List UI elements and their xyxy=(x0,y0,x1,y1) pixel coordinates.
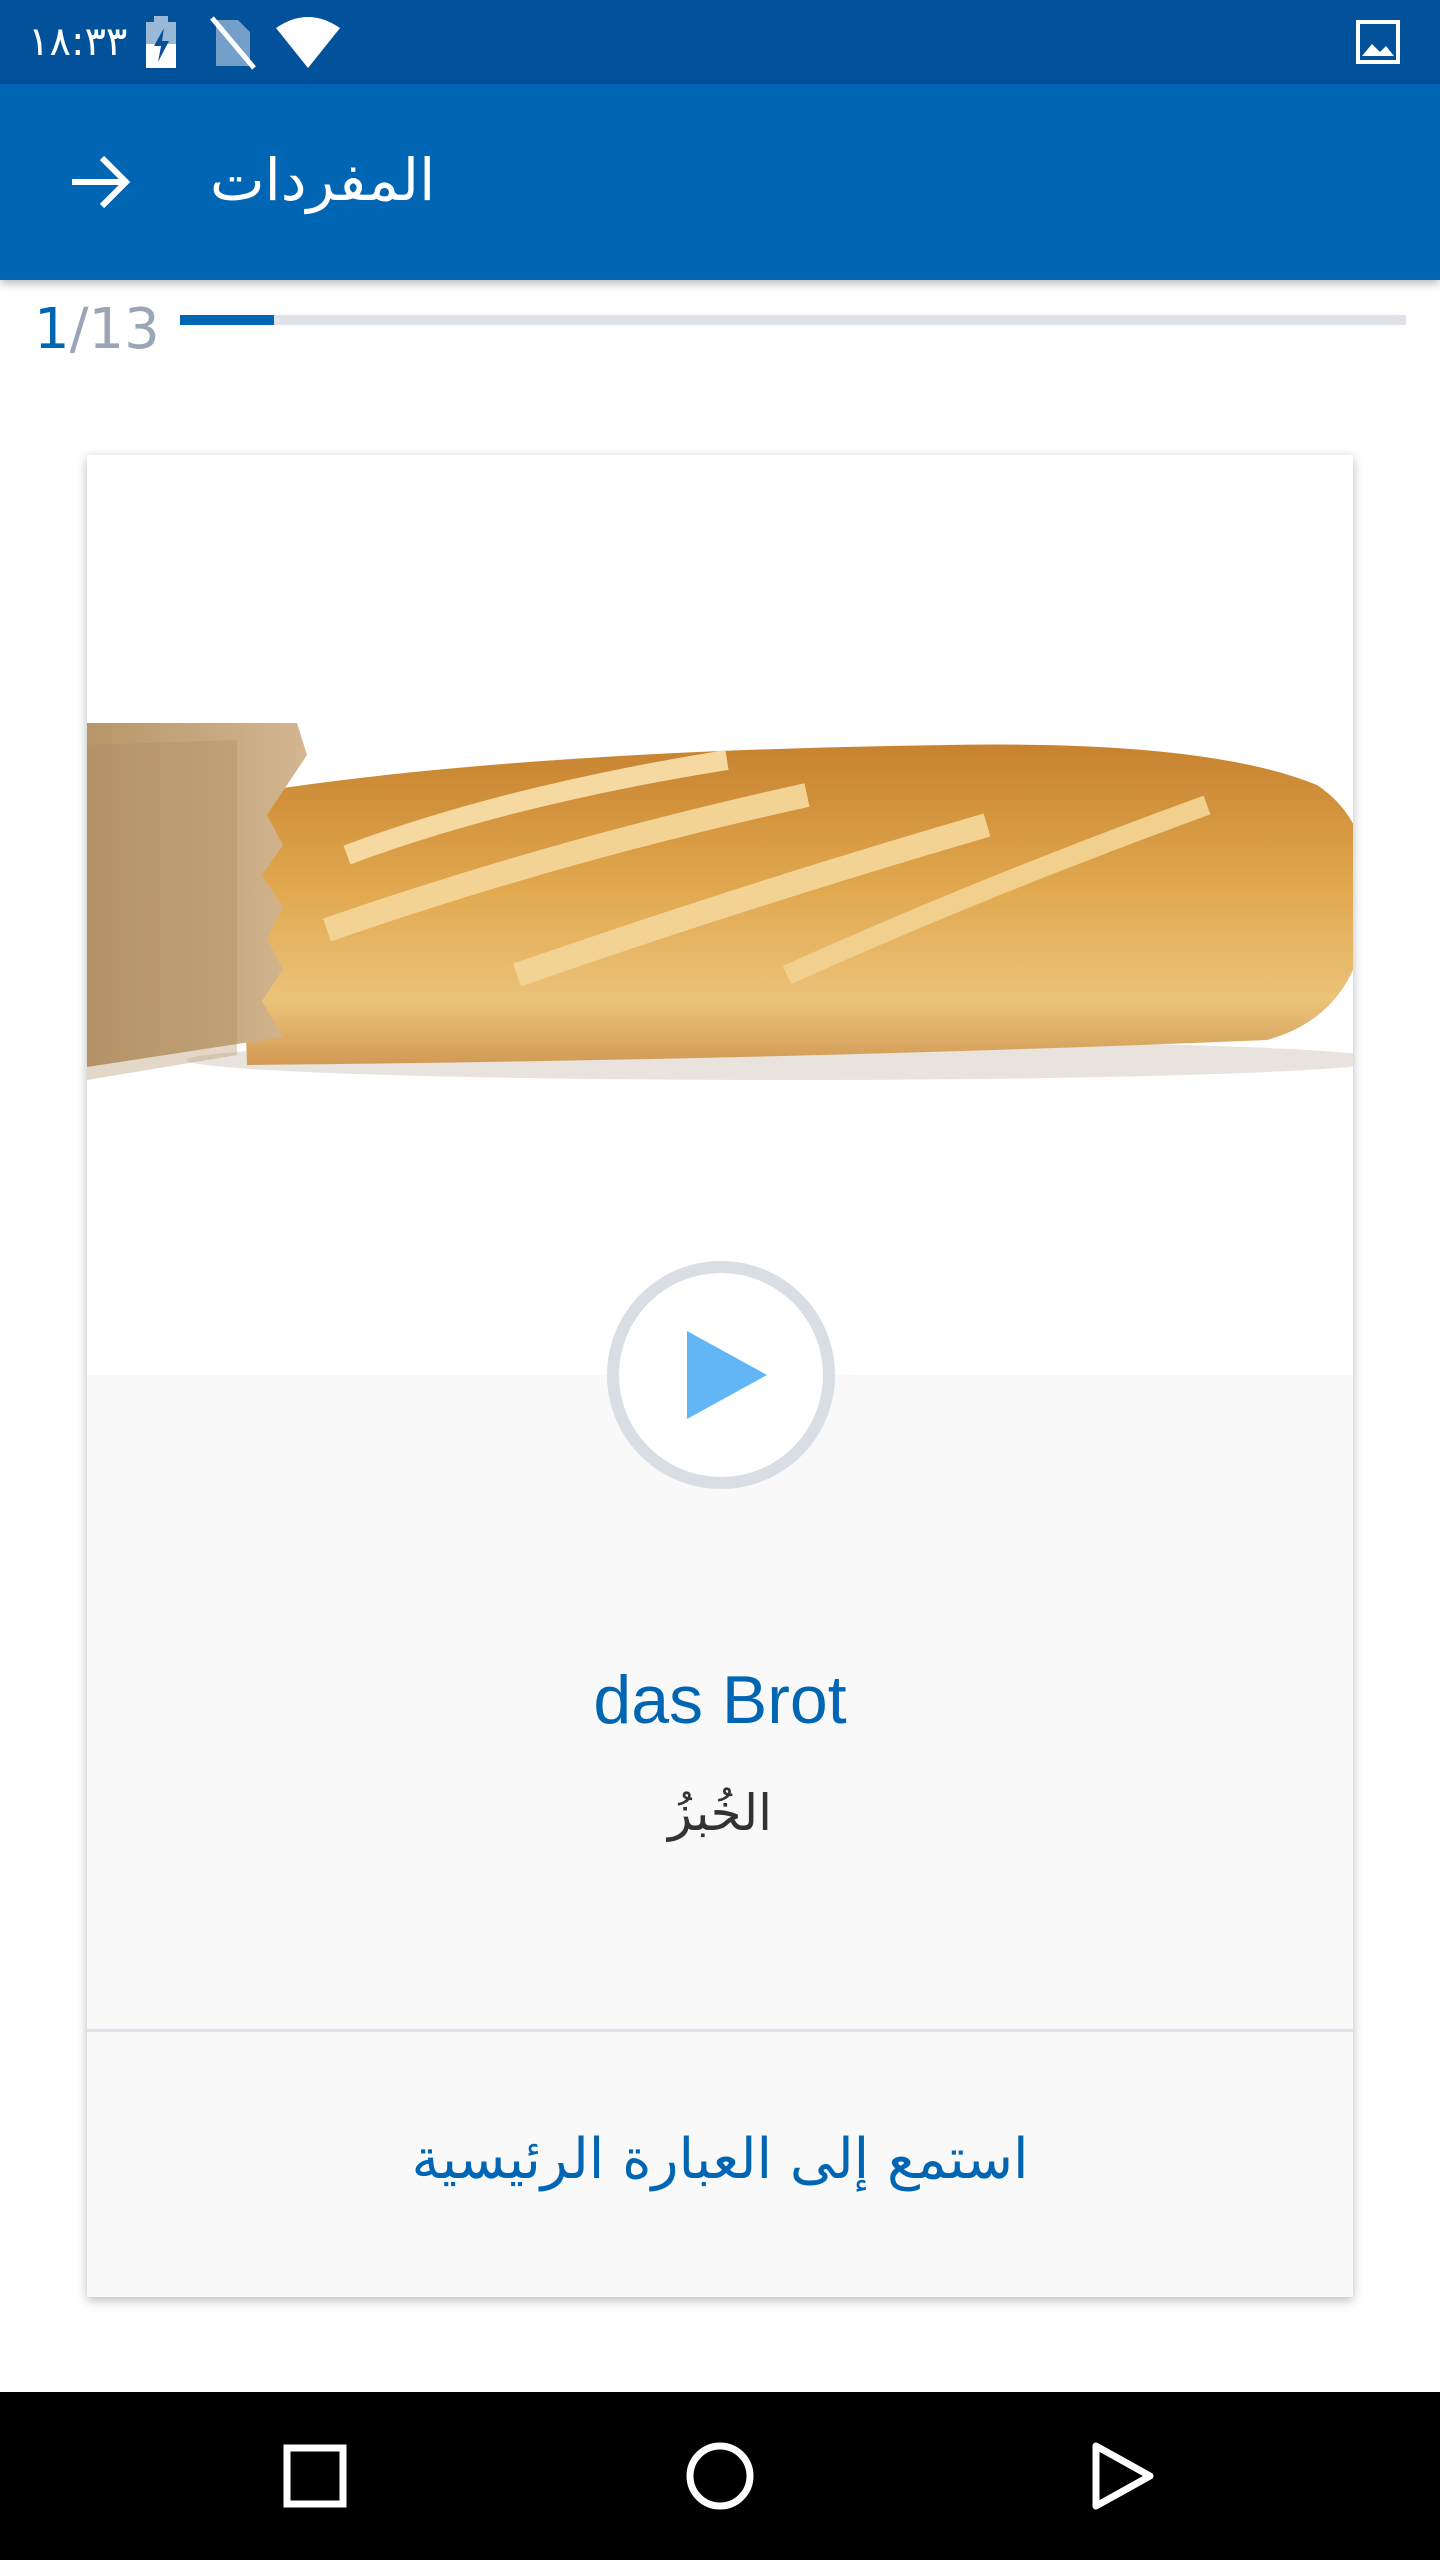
vocab-word: das Brot xyxy=(593,1662,847,1738)
back-triangle-icon xyxy=(1092,2442,1154,2510)
image-notification-icon xyxy=(1356,14,1400,68)
play-audio-button[interactable] xyxy=(607,1261,835,1489)
card-footer: استمع إلى العبارة الرئيسية xyxy=(87,2032,1353,2297)
arrow-back-icon xyxy=(72,155,131,209)
progress-current: 1 xyxy=(34,297,70,362)
play-icon xyxy=(687,1331,767,1419)
app-bar: المفردات xyxy=(0,84,1440,280)
baguette-image xyxy=(87,455,1353,1375)
back-button[interactable] xyxy=(52,134,148,230)
recents-icon xyxy=(283,2444,347,2508)
page-title: المفردات xyxy=(210,146,436,214)
wifi-icon xyxy=(274,14,342,74)
home-button[interactable] xyxy=(670,2426,770,2526)
progress-bar xyxy=(180,315,1406,325)
status-time: ١٨:٣٣ xyxy=(28,19,128,65)
no-sim-icon xyxy=(208,14,256,74)
navigation-bar xyxy=(0,2392,1440,2560)
progress-row: 1/13 xyxy=(0,280,1440,362)
progress-counter: 1/13 xyxy=(34,290,160,370)
vocabulary-card: das Brot الخُبزُ استمع إلى العبارة الرئي… xyxy=(87,455,1353,2297)
home-icon xyxy=(686,2442,754,2510)
progress-fill xyxy=(180,315,275,325)
status-bar: ١٨:٣٣ xyxy=(0,0,1440,84)
progress-total: /13 xyxy=(69,297,160,362)
recents-button[interactable] xyxy=(265,2426,365,2526)
listen-key-phrase-button[interactable]: استمع إلى العبارة الرئيسية xyxy=(87,2110,1353,2210)
battery-charging-icon xyxy=(142,14,182,74)
vocab-translation: الخُبزُ xyxy=(667,1784,773,1842)
nav-back-button[interactable] xyxy=(1073,2426,1173,2526)
